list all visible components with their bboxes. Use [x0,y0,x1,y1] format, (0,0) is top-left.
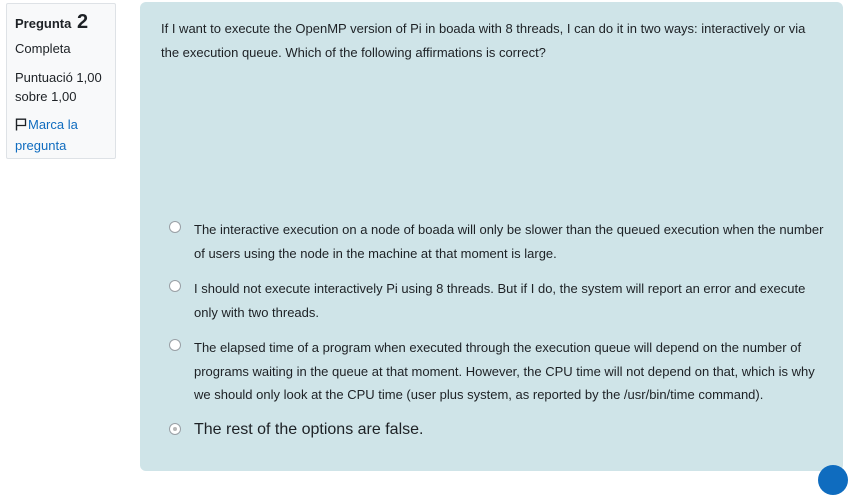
answer-radio[interactable] [169,339,181,351]
question-text: If I want to execute the OpenMP version … [161,21,806,60]
answer-label[interactable]: The elapsed time of a program when execu… [194,336,829,407]
answer-radio[interactable] [169,221,181,233]
question-number-value: 2 [76,11,89,33]
question-info-panel: Pregunta 2 Completa Puntuació 1,00 sobre… [6,3,116,159]
question-content: If I want to execute the OpenMP version … [140,2,843,471]
answer-radio-selected[interactable] [169,423,181,435]
flag-question-link[interactable]: Marca la pregunta [15,115,107,155]
answer-label[interactable]: I should not execute interactively Pi us… [194,277,829,324]
question-grade: Puntuació 1,00 sobre 1,00 [15,70,102,104]
floating-action-button[interactable] [818,465,848,495]
question-number: Pregunta 2 [15,12,107,34]
answer-radio[interactable] [169,280,181,292]
question-number-label: Pregunta [15,16,72,31]
question-state: Completa [15,41,71,56]
flag-icon [15,117,27,136]
answer-label[interactable]: The rest of the options are false. [194,419,829,441]
answer-label[interactable]: The interactive execution on a node of b… [194,218,829,265]
